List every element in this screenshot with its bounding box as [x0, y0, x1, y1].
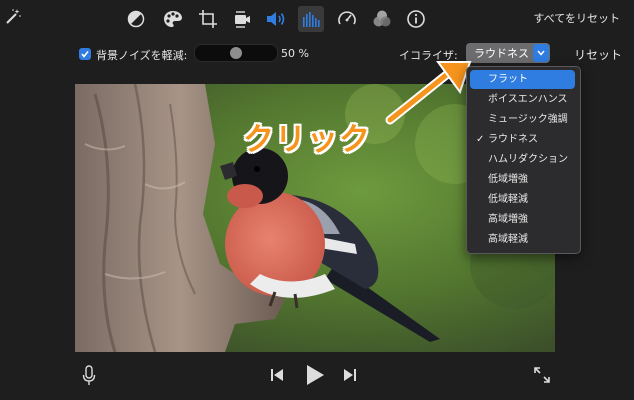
- info-icon[interactable]: [405, 8, 427, 30]
- equalizer-icon[interactable]: [298, 6, 324, 32]
- equalizer-dropdown-menu: フラット ボイスエンハンス ミュージック強調 ✓ ラウドネス ハムリダクション 低域増強 低域…: [466, 66, 581, 254]
- noise-reduction-value: 50 %: [281, 47, 309, 60]
- menu-item[interactable]: ミュージック強調: [470, 110, 575, 129]
- fullscreen-icon[interactable]: [533, 366, 551, 384]
- reset-all-button[interactable]: すべてをリセット: [533, 10, 620, 26]
- color-balance-icon[interactable]: [125, 8, 147, 30]
- menu-item[interactable]: 低域軽減: [470, 190, 575, 209]
- menu-item[interactable]: ✓ ラウドネス: [470, 130, 575, 149]
- volume-icon[interactable]: [265, 8, 287, 30]
- clip-filter-icon[interactable]: [371, 8, 393, 30]
- menu-item-label: 低域増強: [488, 174, 528, 185]
- menu-item-label: ハムリダクション: [488, 154, 568, 165]
- color-palette-icon[interactable]: [162, 8, 184, 30]
- menu-item-label: 高域軽減: [488, 234, 528, 245]
- annotation-arrow: [385, 61, 472, 125]
- menu-item-label: ボイスエンハンス: [488, 94, 568, 105]
- menu-item-label: フラット: [488, 74, 528, 85]
- menu-item-label: ラウドネス: [488, 134, 538, 145]
- camera-stabilize-icon[interactable]: [231, 8, 253, 30]
- slider-thumb[interactable]: [230, 47, 242, 59]
- previous-icon[interactable]: [270, 368, 284, 382]
- annotation-callout: クリック: [243, 122, 371, 158]
- play-icon[interactable]: [305, 364, 325, 386]
- noise-reduction-checkbox[interactable]: [79, 48, 91, 60]
- menu-item-label: ミュージック強調: [488, 114, 568, 125]
- equalizer-reset-button[interactable]: リセット: [574, 46, 622, 63]
- menu-item[interactable]: ハムリダクション: [470, 150, 575, 169]
- noise-reduction-label: 背景ノイズを軽減:: [96, 49, 188, 62]
- speed-icon[interactable]: [336, 8, 358, 30]
- checkmark-icon: ✓: [476, 134, 485, 145]
- menu-item[interactable]: ボイスエンハンス: [470, 90, 575, 109]
- crop-icon[interactable]: [197, 8, 219, 30]
- microphone-icon[interactable]: [82, 365, 96, 387]
- magic-wand-icon[interactable]: [4, 8, 22, 30]
- menu-item-label: 低域軽減: [488, 194, 528, 205]
- menu-item[interactable]: 低域増強: [470, 170, 575, 189]
- noise-reduction-slider[interactable]: [194, 44, 278, 62]
- menu-item[interactable]: 高域増強: [470, 210, 575, 229]
- menu-item-label: 高域増強: [488, 214, 528, 225]
- next-icon[interactable]: [343, 368, 357, 382]
- chevron-down-icon[interactable]: [533, 44, 549, 62]
- menu-item[interactable]: 高域軽減: [470, 230, 575, 249]
- menu-item[interactable]: フラット: [470, 70, 575, 89]
